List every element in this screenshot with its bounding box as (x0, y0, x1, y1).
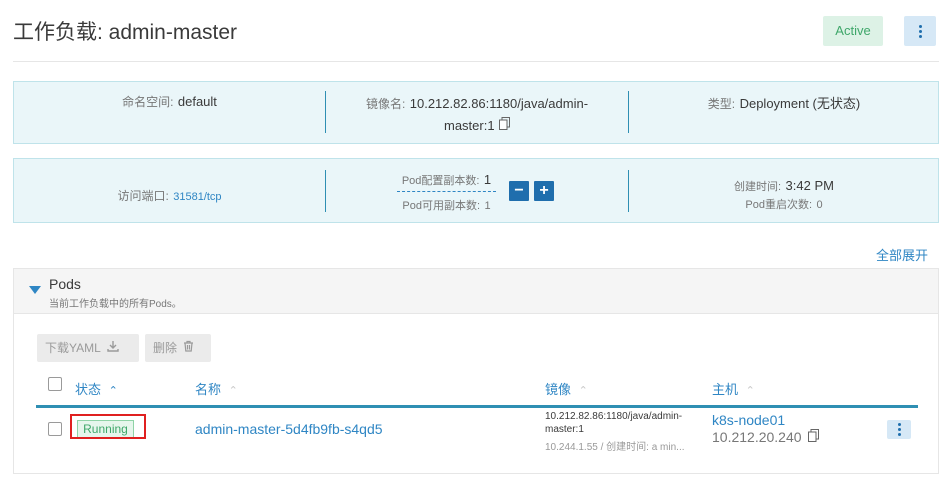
increase-replicas-button[interactable]: + (534, 181, 554, 201)
namespace-label: 命名空间: (122, 95, 174, 109)
pod-image: 10.212.82.86:1180/java/admin- master:1 (545, 410, 682, 436)
restarts-label: Pod重启次数: (745, 199, 813, 211)
download-icon (107, 334, 119, 362)
divider (13, 61, 939, 62)
port-label: 访问端口: (117, 189, 169, 203)
pod-image-line2: master:1 (545, 424, 584, 435)
type-field: 类型: Deployment (无状态) (629, 93, 939, 113)
workload-info-panel: 命名空间: default 镜像名: 10.212.82.86:1180/jav… (13, 81, 939, 144)
column-header-image[interactable]: 镜像 ⌃ (545, 379, 588, 398)
column-header-status[interactable]: 状态 ⌃ (75, 379, 118, 398)
created-field: 创建时间: 3:42 PM Pod重启次数: 0 (629, 177, 939, 213)
created-value: 3:42 PM (785, 178, 834, 193)
column-header-name[interactable]: 名称 ⌃ (195, 379, 238, 398)
image-header-label: 镜像 (545, 382, 572, 397)
delete-button[interactable]: 删除 (145, 334, 211, 362)
table-header-divider (36, 405, 918, 408)
column-header-host[interactable]: 主机 ⌃ (712, 379, 755, 398)
replicas-value: 1 (483, 172, 492, 187)
image-label: 镜像名: (365, 97, 406, 111)
pod-name-link[interactable]: admin-master-5d4fb9fb-s4qd5 (195, 421, 383, 437)
status-badge: Active (823, 16, 883, 46)
trash-icon (183, 334, 194, 362)
host-ip: 10.212.20.240 (712, 429, 819, 445)
namespace-field: 命名空间: default (14, 93, 325, 111)
host-header-label: 主机 (712, 382, 739, 397)
namespace-value: default (177, 94, 217, 109)
copy-icon[interactable] (499, 115, 511, 136)
pods-title: Pods (49, 276, 81, 292)
host-ip-value: 10.212.20.240 (712, 429, 802, 445)
delete-label: 删除 (153, 341, 178, 355)
available-value: 1 (484, 200, 491, 212)
image-value-line2: master:1 (443, 118, 495, 133)
image-field: 镜像名: 10.212.82.86:1180/java/admin- maste… (326, 93, 628, 136)
type-value: Deployment (无状态) (739, 96, 861, 111)
port-field: 访问端口: 31581/tcp (14, 187, 325, 205)
replica-stepper: − + (509, 181, 554, 201)
expand-all-link[interactable]: 全部展开 (876, 245, 928, 264)
replicas-field: Pod配置副本数: 1 Pod可用副本数: 1 (397, 171, 496, 214)
download-yaml-label: 下载YAML (45, 341, 101, 355)
host-link[interactable]: k8s-node01 (712, 412, 785, 428)
sort-icon: ⌃ (578, 385, 588, 398)
kebab-icon (918, 24, 922, 38)
created-label: 创建时间: (734, 181, 782, 193)
row-checkbox[interactable] (48, 422, 62, 436)
kebab-icon (897, 423, 901, 436)
more-actions-button[interactable] (904, 16, 936, 46)
highlight-box (70, 414, 146, 439)
row-actions-button[interactable] (887, 420, 911, 439)
type-label: 类型: (707, 97, 736, 111)
collapse-triangle-icon[interactable] (29, 286, 41, 294)
download-yaml-button[interactable]: 下载YAML (37, 334, 139, 362)
pod-info-panel: 访问端口: 31581/tcp Pod配置副本数: 1 Pod可用副本数: 1 … (13, 158, 939, 223)
page-title: 工作负载: admin-master (13, 21, 238, 44)
port-link[interactable]: 31581/tcp (173, 191, 221, 203)
pods-section-header[interactable]: Pods 当前工作负载中的所有Pods。 (14, 269, 938, 314)
pod-image-line1: 10.212.82.86:1180/java/admin- (545, 411, 683, 422)
image-value-line1: 10.212.82.86:1180/java/admin- (409, 96, 589, 111)
sort-icon: ⌃ (745, 385, 755, 398)
pod-ip-created: 10.244.1.55 / 创建时间: a min... (545, 442, 685, 453)
sort-ascending-icon: ⌃ (108, 385, 118, 398)
sort-icon: ⌃ (228, 385, 238, 398)
select-all-checkbox[interactable] (48, 377, 62, 391)
status-header-label: 状态 (75, 382, 102, 397)
separator (325, 170, 326, 212)
name-header-label: 名称 (195, 382, 222, 397)
pods-subtitle: 当前工作负载中的所有Pods。 (49, 299, 182, 310)
restarts-value: 0 (816, 199, 823, 211)
decrease-replicas-button[interactable]: − (509, 181, 529, 201)
available-label: Pod可用副本数: (402, 200, 481, 212)
copy-icon[interactable] (807, 429, 819, 445)
pods-section: Pods 当前工作负载中的所有Pods。 下载YAML 删除 状态 ⌃ 名称 ⌃… (13, 268, 939, 474)
replicas-label: Pod配置副本数: (401, 175, 480, 187)
